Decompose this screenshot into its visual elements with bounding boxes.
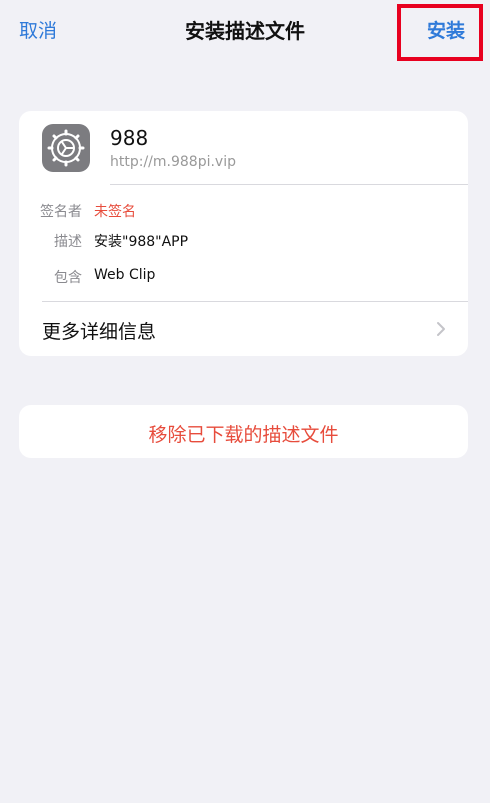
remove-profile-label: 移除已下载的描述文件	[148, 424, 339, 446]
more-details-row[interactable]: 更多详细信息	[19, 302, 468, 356]
more-details-label: 更多详细信息	[42, 321, 157, 343]
install-button[interactable]: 安装	[427, 16, 465, 43]
navigation-bar: 取消 安装描述文件 安装	[0, 0, 490, 61]
settings-gear-icon	[42, 124, 90, 172]
chevron-right-icon	[436, 321, 446, 341]
divider	[110, 184, 468, 185]
contains-label: 包含	[54, 270, 82, 286]
signer-value: 未签名	[94, 204, 136, 220]
profile-card: 988 http://m.988pi.vip 签名者 未签名 描述 安装"988…	[19, 111, 468, 356]
contains-value: Web Clip	[94, 267, 156, 283]
description-label: 描述	[54, 234, 82, 250]
remove-profile-button[interactable]: 移除已下载的描述文件	[19, 405, 468, 458]
profile-name: 988	[110, 126, 149, 150]
profile-url: http://m.988pi.vip	[110, 154, 236, 170]
signer-label: 签名者	[40, 204, 82, 220]
description-value: 安装"988"APP	[94, 234, 189, 250]
